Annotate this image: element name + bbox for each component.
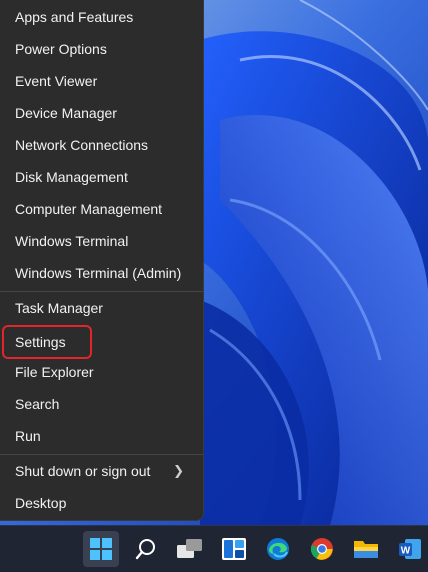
chrome-icon[interactable] — [304, 531, 340, 567]
menu-item-event-viewer[interactable]: Event Viewer — [4, 66, 198, 96]
menu-item-search[interactable]: Search — [4, 389, 198, 419]
menu-item-shut-down-or-sign-out[interactable]: Shut down or sign out ❯ — [4, 456, 198, 486]
menu-separator — [0, 291, 203, 292]
menu-item-apps-and-features[interactable]: Apps and Features — [4, 2, 198, 32]
search-icon[interactable] — [128, 531, 164, 567]
menu-item-disk-management[interactable]: Disk Management — [4, 162, 198, 192]
menu-separator — [0, 454, 203, 455]
winx-context-menu: Apps and Features Power Options Event Vi… — [0, 0, 204, 521]
menu-item-network-connections[interactable]: Network Connections — [4, 130, 198, 160]
menu-item-power-options[interactable]: Power Options — [4, 34, 198, 64]
menu-item-device-manager[interactable]: Device Manager — [4, 98, 198, 128]
menu-item-settings[interactable]: Settings — [2, 325, 92, 359]
menu-item-windows-terminal-admin[interactable]: Windows Terminal (Admin) — [4, 258, 198, 288]
menu-item-task-manager[interactable]: Task Manager — [4, 293, 198, 323]
menu-item-file-explorer[interactable]: File Explorer — [4, 357, 198, 387]
widgets-icon[interactable] — [216, 531, 252, 567]
file-explorer-icon[interactable] — [348, 531, 384, 567]
svg-text:W: W — [401, 546, 411, 557]
menu-item-desktop[interactable]: Desktop — [4, 488, 198, 518]
menu-item-computer-management[interactable]: Computer Management — [4, 194, 198, 224]
edge-icon[interactable] — [260, 531, 296, 567]
menu-item-run[interactable]: Run — [4, 421, 198, 451]
menu-item-windows-terminal[interactable]: Windows Terminal — [4, 226, 198, 256]
menu-item-label: Shut down or sign out — [15, 463, 151, 479]
word-icon[interactable]: W — [392, 531, 428, 567]
taskbar: W — [0, 525, 428, 572]
chevron-right-icon: ❯ — [173, 463, 184, 478]
task-view-icon[interactable] — [172, 531, 208, 567]
windows-start-icon[interactable] — [83, 531, 119, 567]
